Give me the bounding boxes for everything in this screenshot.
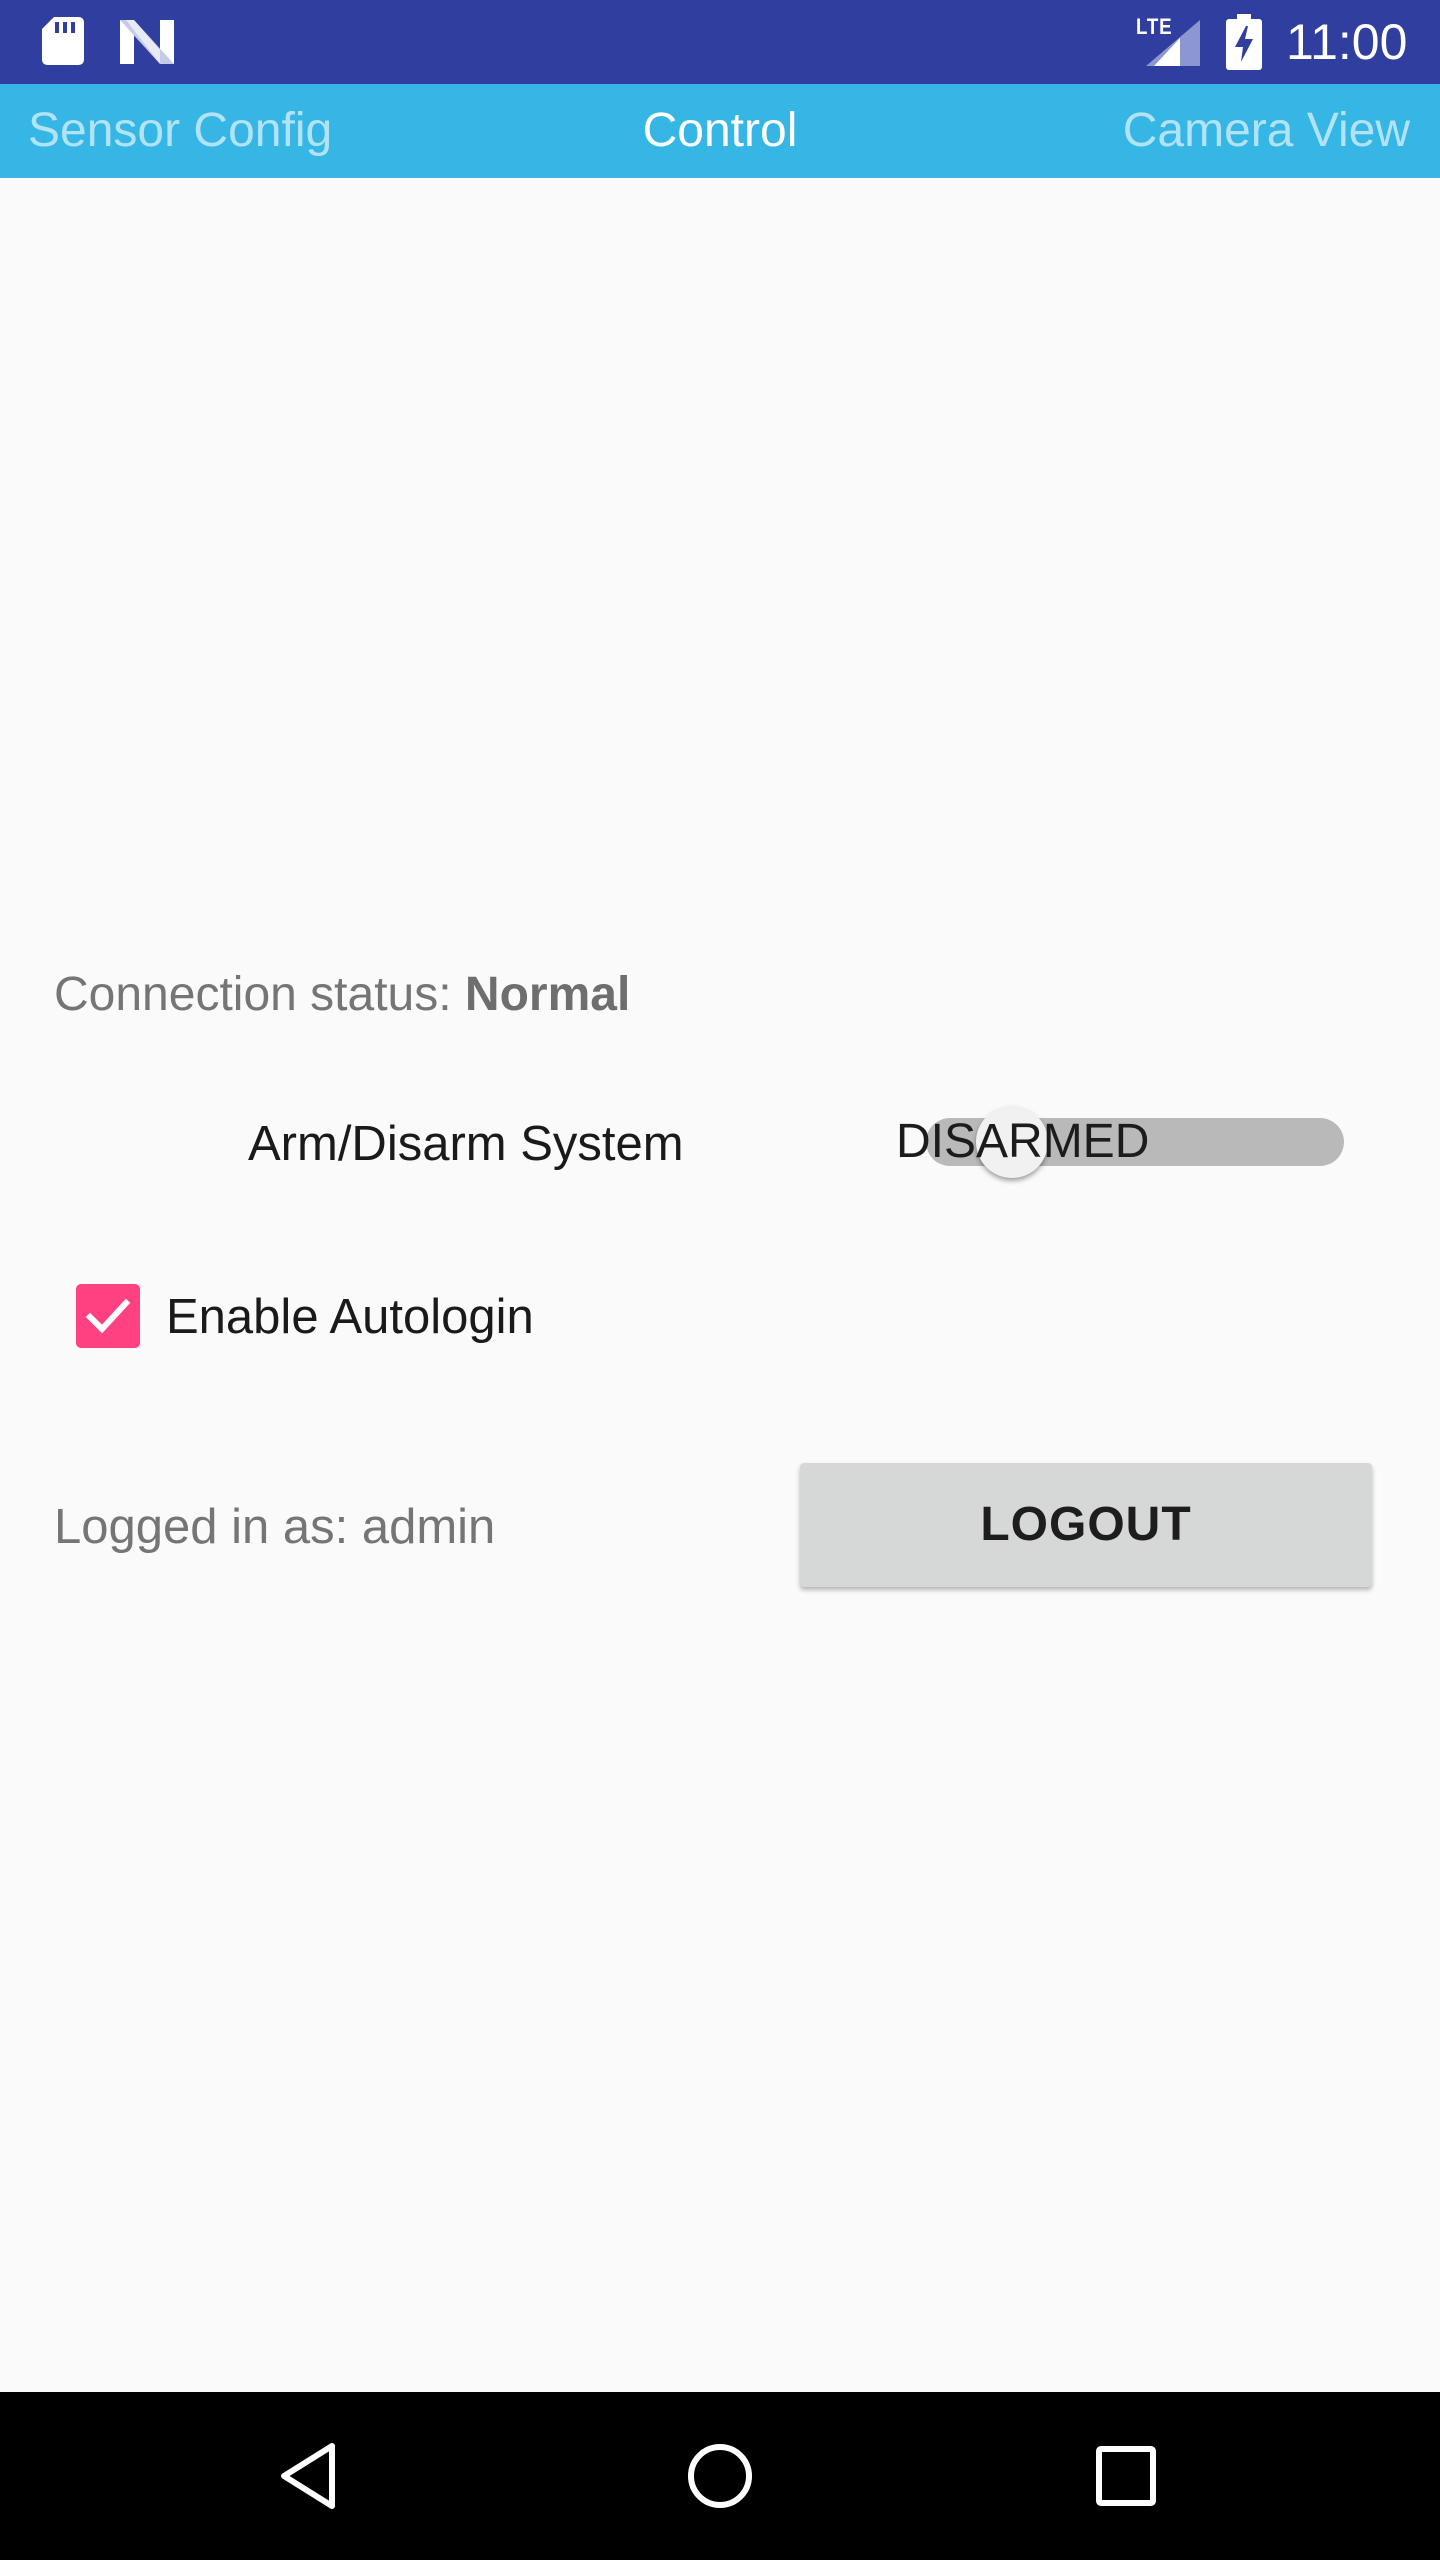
- logout-button[interactable]: LOGOUT: [800, 1463, 1372, 1587]
- checkbox-box[interactable]: [76, 1284, 140, 1348]
- sd-card-icon: [42, 17, 84, 65]
- tab-camera-view[interactable]: Camera View: [1123, 84, 1410, 178]
- clock: 11:00: [1286, 14, 1408, 70]
- arm-disarm-label: Arm/Disarm System: [248, 1117, 684, 1171]
- autologin-label: Enable Autologin: [166, 1290, 534, 1344]
- connection-status-label: Connection status:: [54, 968, 465, 1021]
- home-icon[interactable]: [680, 2436, 760, 2516]
- back-icon[interactable]: [270, 2436, 350, 2516]
- n-icon: [120, 20, 174, 64]
- battery-charging-icon: [1226, 14, 1262, 70]
- status-bar: LTE 11:00: [0, 0, 1440, 84]
- tab-bar: Sensor Config Control Camera View: [0, 84, 1440, 178]
- navigation-bar: [0, 2392, 1440, 2560]
- logged-in-text: Logged in as: admin: [54, 1500, 496, 1554]
- recents-icon[interactable]: [1086, 2436, 1166, 2516]
- connection-status: Connection status: Normal: [54, 960, 630, 1030]
- switch-state-text: DISARMED: [896, 1115, 1150, 1168]
- lte-signal-icon: [1146, 20, 1200, 66]
- connection-status-value: Normal: [464, 968, 631, 1021]
- arm-disarm-switch[interactable]: DISARMED: [896, 1106, 1350, 1182]
- checkmark-icon: [85, 1298, 131, 1334]
